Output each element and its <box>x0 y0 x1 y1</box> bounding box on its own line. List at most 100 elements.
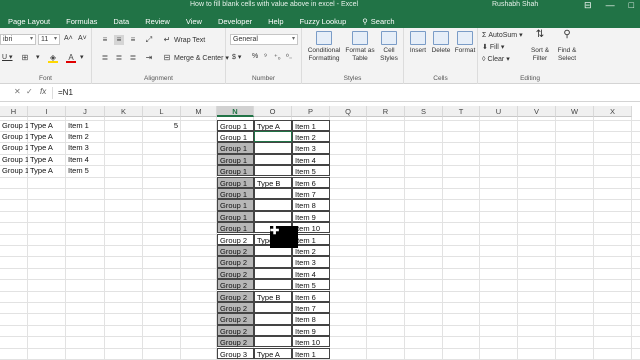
cell-type[interactable] <box>254 313 292 325</box>
percent-button[interactable]: % <box>252 53 258 60</box>
decrease-decimal-button[interactable]: ⁰₋ <box>286 53 293 61</box>
cell-group[interactable]: Group 2 <box>217 313 254 325</box>
align-left-button[interactable]: ≣ <box>100 53 110 63</box>
cell-group[interactable]: Group 1 <box>217 142 254 154</box>
autosum-button[interactable]: Σ AutoSum ▾ <box>482 31 523 40</box>
currency-button[interactable]: $ ▾ <box>232 53 241 61</box>
cell-type[interactable]: Type B <box>254 176 292 188</box>
confirm-entry-icon[interactable]: ✓ <box>26 87 33 96</box>
cell-type[interactable] <box>254 187 292 200</box>
cell-group[interactable]: Group 1 <box>217 210 254 223</box>
borders-dropdown[interactable]: ▾ <box>36 53 40 61</box>
column-header-s[interactable]: S <box>405 106 443 117</box>
cell-item[interactable]: Item 9 <box>292 324 330 337</box>
cell-item[interactable]: Item 6 <box>292 176 330 188</box>
fill-button[interactable]: ⬇ Fill ▾ <box>482 43 504 52</box>
cell-item[interactable]: Item 8 <box>292 199 330 211</box>
cell-type[interactable] <box>254 153 292 166</box>
cell-item[interactable]: Item 4 <box>292 267 330 280</box>
column-header-j[interactable]: J <box>66 106 105 117</box>
column-header-r[interactable]: R <box>367 106 405 117</box>
cell-item[interactable]: Item 2 <box>292 130 330 143</box>
find-select-button[interactable]: ⚲ Find & Select <box>554 30 580 63</box>
cell-group[interactable]: Group 1 <box>217 165 254 177</box>
borders-button[interactable]: ⊞ <box>20 53 30 63</box>
cell-item[interactable]: Item 7 <box>292 187 330 200</box>
cell-group[interactable]: Group 3 <box>217 347 254 359</box>
align-right-button[interactable]: ≣ <box>128 53 138 63</box>
user-name[interactable]: Rushabh Shah <box>492 1 538 8</box>
column-header-u[interactable]: U <box>480 106 518 117</box>
column-header-v[interactable]: V <box>518 106 556 117</box>
cell-group[interactable]: Group 1 <box>217 199 254 211</box>
tab-help[interactable]: Help <box>260 17 291 26</box>
tab-review[interactable]: Review <box>137 17 178 26</box>
delete-button[interactable]: Delete <box>430 31 452 55</box>
cell-group[interactable]: Group 2 <box>217 256 254 268</box>
sort-filter-button[interactable]: ⇅ Sort & Filter <box>528 30 552 63</box>
cell-type[interactable] <box>254 301 292 314</box>
font-size-combo[interactable]: 11 ▾ <box>38 34 60 45</box>
column-header-o[interactable]: O <box>254 106 292 117</box>
cell-type[interactable]: Type B <box>254 290 292 302</box>
cell-type[interactable] <box>254 142 292 154</box>
cell-type[interactable]: Type A <box>254 119 292 131</box>
align-bottom-button[interactable]: ≡ <box>128 35 138 45</box>
shrink-font-button[interactable]: A˅ <box>78 35 87 42</box>
cell-group[interactable]: Group 2 <box>217 290 254 302</box>
cell-item[interactable]: Item 1 <box>292 347 330 359</box>
format-as-table-button[interactable]: Format as Table <box>344 31 376 63</box>
column-header-t[interactable]: T <box>443 106 480 117</box>
cancel-entry-icon[interactable]: ✕ <box>14 87 21 96</box>
cell-type[interactable] <box>254 210 292 223</box>
cell-item[interactable]: Item 8 <box>292 313 330 325</box>
format-button[interactable]: Format <box>454 31 476 55</box>
column-header-m[interactable]: M <box>181 106 217 117</box>
wrap-text-button[interactable]: ↵ Wrap Text <box>162 35 206 45</box>
column-header-l[interactable]: L <box>143 106 181 117</box>
cell-type[interactable] <box>254 165 292 177</box>
cell-group[interactable]: Group 1 <box>217 119 254 131</box>
cell-group[interactable]: Group 1 <box>217 222 254 234</box>
cell-type[interactable] <box>254 256 292 268</box>
cell-group[interactable]: Group 2 <box>217 279 254 291</box>
increase-decimal-button[interactable]: ⁺₀ <box>274 53 281 61</box>
cell-type[interactable] <box>254 279 292 291</box>
active-cell[interactable] <box>254 130 292 143</box>
insert-function-icon[interactable]: fx <box>40 87 46 96</box>
cell-group[interactable]: Group 2 <box>217 267 254 280</box>
cell-item[interactable]: Item 7 <box>292 301 330 314</box>
tab-fuzzy-lookup[interactable]: Fuzzy Lookup <box>292 17 355 26</box>
cell-type[interactable] <box>254 324 292 337</box>
cell-item[interactable]: Item 3 <box>292 256 330 268</box>
align-top-button[interactable]: ≡ <box>100 35 110 45</box>
number-format-combo[interactable]: General ▾ <box>230 34 298 45</box>
cell-group[interactable]: Group 1 <box>217 176 254 188</box>
font-name-combo[interactable]: ibri ▾ <box>0 34 36 45</box>
column-header-n[interactable]: N <box>217 106 254 117</box>
cell-group[interactable]: Group 2 <box>217 233 254 245</box>
cell-item[interactable]: Item 3 <box>292 142 330 154</box>
column-header-w[interactable]: W <box>556 106 594 117</box>
tab-data[interactable]: Data <box>105 17 137 26</box>
tab-formulas[interactable]: Formulas <box>58 17 105 26</box>
tab-developer[interactable]: Developer <box>210 17 260 26</box>
cell-item[interactable]: Item 6 <box>292 290 330 302</box>
align-center-button[interactable]: ≣ <box>114 53 124 63</box>
clear-button[interactable]: ◊ Clear ▾ <box>482 55 510 64</box>
cell-item[interactable]: Item 1 <box>292 119 330 131</box>
cell-styles-button[interactable]: Cell Styles <box>378 31 400 63</box>
cell-group[interactable]: Group 2 <box>217 301 254 314</box>
font-color-button[interactable]: A <box>66 53 76 63</box>
column-header-x[interactable]: X <box>594 106 632 117</box>
column-header-h[interactable]: H <box>0 106 28 117</box>
cell-group[interactable]: Group 2 <box>217 244 254 257</box>
align-middle-button[interactable]: ≡ <box>114 35 124 45</box>
orientation-button[interactable]: ⤢ <box>144 35 154 45</box>
cell-group[interactable]: Group 1 <box>217 187 254 200</box>
worksheet-grid[interactable]: H I J K L M N O P Q R S T U V W X Group 1 Type A Item 1 Grou… <box>0 106 640 360</box>
indent-button[interactable]: ⇥ <box>144 53 154 63</box>
cell-item[interactable]: Item 5 <box>292 165 330 177</box>
cell-group[interactable]: Group 2 <box>217 336 254 348</box>
cell-type[interactable] <box>254 199 292 211</box>
